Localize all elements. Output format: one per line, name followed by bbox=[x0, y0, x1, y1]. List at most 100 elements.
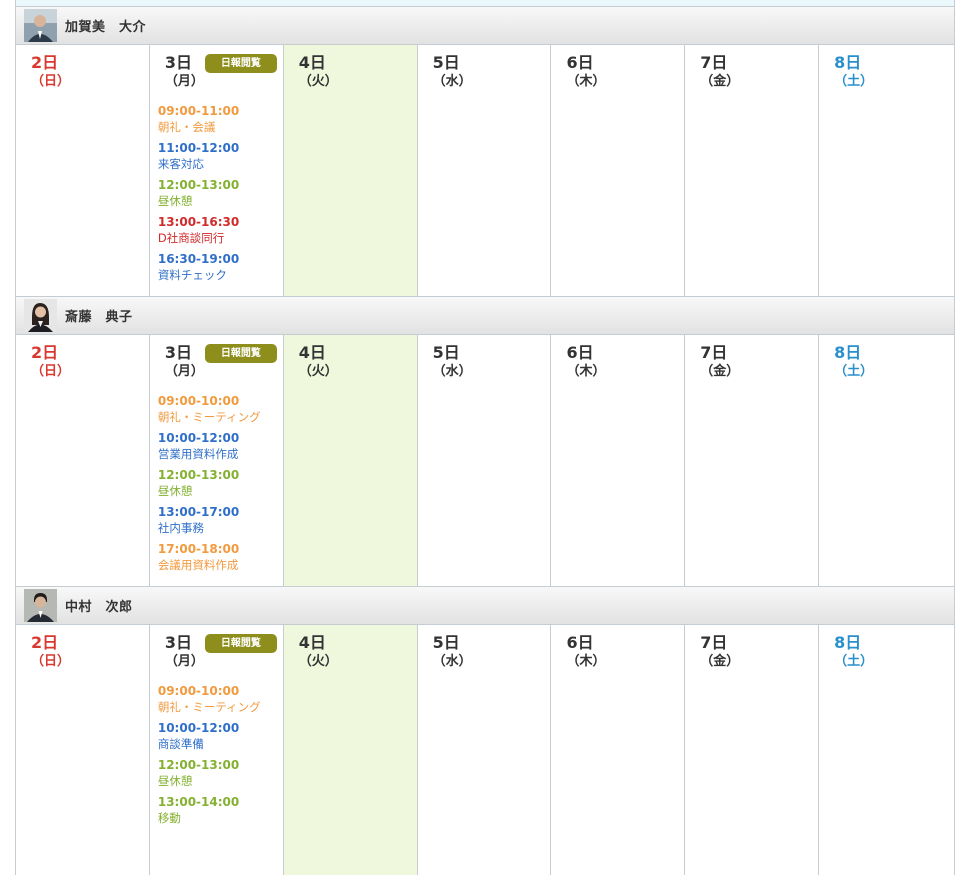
event-time: 13:00-17:00 bbox=[157, 505, 240, 519]
day-weekday: （木） bbox=[566, 364, 606, 379]
event-time: 12:00-13:00 bbox=[157, 468, 240, 482]
week-row: 2日 （日） 3日 （月） 日報閲覧 09:00-11:00 朝礼・会議 11:00-… bbox=[15, 45, 956, 297]
person-header: 中村 次郎 bbox=[15, 587, 955, 625]
day-weekday: （土） bbox=[834, 74, 874, 89]
day-cell-sat[interactable]: 8日 （土） bbox=[819, 335, 956, 586]
day-weekday: （水） bbox=[432, 364, 472, 379]
day-weekday: （日） bbox=[31, 74, 71, 89]
day-number: 5日 bbox=[432, 343, 460, 362]
event-title: 商談準備 bbox=[157, 737, 204, 751]
schedule-event[interactable]: 09:00-10:00 朝礼・ミーティング bbox=[158, 393, 283, 425]
schedule-event[interactable]: 16:30-19:00 資料チェック bbox=[158, 251, 283, 283]
event-time: 17:00-18:00 bbox=[157, 542, 240, 556]
day-weekday: （火） bbox=[298, 654, 338, 669]
day-number: 4日 bbox=[298, 343, 326, 362]
day-cell-fri[interactable]: 7日 （金） bbox=[685, 45, 820, 296]
schedule-event[interactable]: 11:00-12:00 来客対応 bbox=[158, 140, 283, 172]
day-cell-mon[interactable]: 3日 （月） 日報閲覧 09:00-10:00 朝礼・ミーティング 10:00-12… bbox=[150, 625, 284, 875]
daily-report-button[interactable]: 日報閲覧 bbox=[204, 54, 277, 73]
day-number: 5日 bbox=[432, 53, 460, 72]
schedule-event[interactable]: 09:00-10:00 朝礼・ミーティング bbox=[158, 683, 283, 715]
day-cell-fri[interactable]: 7日 （金） bbox=[685, 335, 820, 586]
day-cell-sun[interactable]: 2日 （日） bbox=[16, 625, 150, 875]
day-weekday: （水） bbox=[432, 74, 472, 89]
event-list: 09:00-10:00 朝礼・ミーティング 10:00-12:00 営業用資料作成 … bbox=[150, 393, 283, 573]
day-weekday: （土） bbox=[834, 654, 874, 669]
day-weekday: （火） bbox=[298, 364, 338, 379]
avatar[interactable] bbox=[24, 9, 57, 42]
person-name[interactable]: 斎藤 典子 bbox=[65, 306, 133, 325]
event-time: 09:00-11:00 bbox=[157, 104, 240, 118]
day-cell-mon[interactable]: 3日 （月） 日報閲覧 09:00-10:00 朝礼・ミーティング 10:00-12… bbox=[150, 335, 284, 586]
avatar[interactable] bbox=[24, 299, 57, 332]
day-weekday: （金） bbox=[700, 654, 740, 669]
event-title: 資料チェック bbox=[157, 268, 227, 282]
week-row: 2日 （日） 3日 （月） 日報閲覧 09:00-10:00 朝礼・ミーティング 10… bbox=[15, 625, 956, 875]
event-time: 12:00-13:00 bbox=[157, 178, 240, 192]
schedule-event[interactable]: 13:00-17:00 社内事務 bbox=[158, 504, 283, 536]
event-time: 10:00-12:00 bbox=[157, 721, 240, 735]
day-number: 2日 bbox=[31, 633, 59, 652]
person-name[interactable]: 加賀美 大介 bbox=[65, 16, 146, 35]
day-cell-tue-today[interactable]: 4日 （火） bbox=[283, 335, 418, 586]
schedule-event[interactable]: 10:00-12:00 商談準備 bbox=[158, 720, 283, 752]
day-cell-sat[interactable]: 8日 （土） bbox=[819, 45, 956, 296]
day-number: 8日 bbox=[834, 53, 862, 72]
day-number: 8日 bbox=[834, 633, 862, 652]
day-weekday: （日） bbox=[31, 364, 71, 379]
day-number: 5日 bbox=[432, 633, 460, 652]
event-time: 11:00-12:00 bbox=[157, 141, 240, 155]
day-cell-thu[interactable]: 6日 （木） bbox=[551, 625, 686, 875]
day-weekday: （木） bbox=[566, 654, 606, 669]
day-cell-wed[interactable]: 5日 （水） bbox=[418, 335, 552, 586]
day-cell-fri[interactable]: 7日 （金） bbox=[685, 625, 820, 875]
event-time: 16:30-19:00 bbox=[157, 252, 240, 266]
daily-report-button[interactable]: 日報閲覧 bbox=[204, 634, 277, 653]
event-title: D社商談同行 bbox=[157, 231, 225, 245]
event-time: 13:00-14:00 bbox=[157, 795, 240, 809]
day-cell-sun[interactable]: 2日 （日） bbox=[16, 45, 150, 296]
event-title: 昼休憩 bbox=[157, 194, 193, 208]
day-weekday: （金） bbox=[700, 364, 740, 379]
event-time: 09:00-10:00 bbox=[157, 684, 240, 698]
event-title: 朝礼・ミーティング bbox=[157, 410, 261, 424]
day-cell-tue-today[interactable]: 4日 （火） bbox=[283, 625, 418, 875]
person-header: 斎藤 典子 bbox=[15, 297, 955, 335]
schedule-event[interactable]: 13:00-16:30 D社商談同行 bbox=[158, 214, 283, 246]
event-time: 12:00-13:00 bbox=[157, 758, 240, 772]
day-weekday: （火） bbox=[298, 74, 338, 89]
day-number: 4日 bbox=[298, 53, 326, 72]
day-weekday: （月） bbox=[164, 654, 204, 669]
person-section: 斎藤 典子 2日 （日） 3日 （月） 日報閲覧 09:00-10:00 朝礼・ミーテ… bbox=[15, 297, 956, 587]
day-cell-sat[interactable]: 8日 （土） bbox=[819, 625, 956, 875]
day-number: 7日 bbox=[700, 633, 728, 652]
day-cell-thu[interactable]: 6日 （木） bbox=[551, 45, 686, 296]
daily-report-button[interactable]: 日報閲覧 bbox=[204, 344, 277, 363]
day-cell-thu[interactable]: 6日 （木） bbox=[551, 335, 686, 586]
event-title: 朝礼・会議 bbox=[157, 120, 216, 134]
event-title: 昼休憩 bbox=[157, 774, 193, 788]
day-cell-tue-today[interactable]: 4日 （火） bbox=[283, 45, 418, 296]
day-number: 4日 bbox=[298, 633, 326, 652]
schedule-event[interactable]: 09:00-11:00 朝礼・会議 bbox=[158, 103, 283, 135]
event-title: 移動 bbox=[157, 811, 181, 825]
event-title: 来客対応 bbox=[157, 157, 204, 171]
day-weekday: （金） bbox=[700, 74, 740, 89]
day-cell-mon[interactable]: 3日 （月） 日報閲覧 09:00-11:00 朝礼・会議 11:00-12:00 来… bbox=[150, 45, 284, 296]
schedule-event[interactable]: 10:00-12:00 営業用資料作成 bbox=[158, 430, 283, 462]
day-cell-wed[interactable]: 5日 （水） bbox=[418, 45, 552, 296]
day-weekday: （土） bbox=[834, 364, 874, 379]
event-list: 09:00-11:00 朝礼・会議 11:00-12:00 来客対応 12:00-1… bbox=[150, 103, 283, 283]
schedule-event[interactable]: 12:00-13:00 昼休憩 bbox=[158, 467, 283, 499]
person-name[interactable]: 中村 次郎 bbox=[65, 596, 133, 615]
schedule-event[interactable]: 17:00-18:00 会議用資料作成 bbox=[158, 541, 283, 573]
day-number: 2日 bbox=[31, 53, 59, 72]
avatar[interactable] bbox=[24, 589, 57, 622]
day-number: 7日 bbox=[700, 343, 728, 362]
day-number: 6日 bbox=[566, 53, 594, 72]
schedule-event[interactable]: 12:00-13:00 昼休憩 bbox=[158, 177, 283, 209]
schedule-event[interactable]: 13:00-14:00 移動 bbox=[158, 794, 283, 826]
day-cell-sun[interactable]: 2日 （日） bbox=[16, 335, 150, 586]
schedule-event[interactable]: 12:00-13:00 昼休憩 bbox=[158, 757, 283, 789]
day-cell-wed[interactable]: 5日 （水） bbox=[418, 625, 552, 875]
